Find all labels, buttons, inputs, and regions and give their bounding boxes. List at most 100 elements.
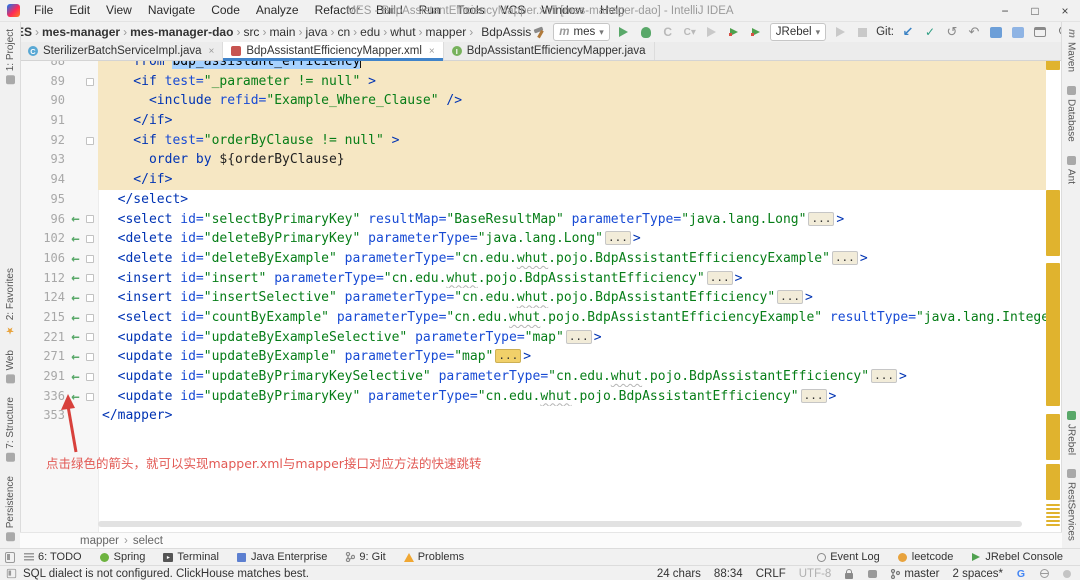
fold-marker-icon[interactable] bbox=[86, 254, 94, 263]
tool-window-button-eventlog[interactable]: Event Log bbox=[807, 549, 889, 565]
folded-region-badge[interactable]: ... bbox=[565, 329, 592, 344]
attach-disabled-icon[interactable] bbox=[832, 25, 848, 40]
jrebel-run-icon[interactable] bbox=[726, 25, 742, 40]
code-line[interactable]: 93← order by ${orderByClause} bbox=[20, 150, 1062, 171]
tool-window-button-problems[interactable]: Problems bbox=[395, 549, 473, 565]
hector-icon[interactable] bbox=[867, 569, 877, 579]
stripe-button-favorites[interactable]: ★ 2: Favorites bbox=[4, 261, 16, 342]
goto-mapper-arrow-icon[interactable]: ← bbox=[68, 350, 83, 364]
breadcrumb-item[interactable]: src bbox=[241, 25, 261, 39]
code-line[interactable]: 94← </if> bbox=[20, 170, 1062, 190]
stripe-button-web[interactable]: Web bbox=[5, 343, 16, 390]
code-line[interactable]: 91← </if> bbox=[20, 111, 1062, 131]
goto-mapper-arrow-icon[interactable]: ← bbox=[68, 232, 83, 246]
stripe-button-maven[interactable]: m Maven bbox=[1066, 22, 1078, 79]
code-text[interactable]: </mapper> bbox=[98, 406, 1046, 426]
tab-close-icon[interactable]: × bbox=[209, 46, 215, 57]
status-toolwindow-icon[interactable] bbox=[6, 568, 17, 579]
menu-item-vcs[interactable]: VCS bbox=[493, 0, 534, 21]
code-line[interactable]: 271 ← <update id="updateByExample" parame… bbox=[20, 347, 1062, 367]
menu-item-navigate[interactable]: Navigate bbox=[140, 0, 203, 21]
code-text[interactable]: <select id="selectByPrimaryKey" resultMa… bbox=[98, 210, 1046, 230]
folded-region-badge[interactable]: ... bbox=[604, 231, 631, 246]
restore-layout-icon[interactable] bbox=[1032, 25, 1048, 40]
code-line[interactable]: 89← <if test="_parameter != null" > bbox=[20, 71, 1062, 92]
code-line[interactable]: 102 ← <delete id="deleteByPrimaryKey" par… bbox=[20, 229, 1062, 249]
code-line[interactable]: 221 ← <update id="updateByExampleSelectiv… bbox=[20, 328, 1062, 348]
fold-marker-icon[interactable] bbox=[86, 353, 94, 362]
code-text[interactable]: </select> bbox=[98, 190, 1046, 210]
editor-tab[interactable]: C SterilizerBatchServiceImpl.java × bbox=[20, 42, 224, 60]
breadcrumb-item[interactable]: mes-manager-dao bbox=[128, 25, 235, 39]
code-text[interactable]: <include refid="Example_Where_Clause" /> bbox=[98, 91, 1046, 112]
stop-disabled-icon[interactable] bbox=[854, 25, 870, 40]
jrebel-combo[interactable]: JRebel ▾ bbox=[769, 23, 827, 41]
tool-window-button-git[interactable]: 9: Git bbox=[336, 549, 394, 565]
code-line[interactable]: 106 ← <delete id="deleteByExample" parame… bbox=[20, 249, 1062, 269]
code-text[interactable]: <update id="updateByExample" parameterTy… bbox=[98, 347, 1046, 367]
tool-window-switcher-icon[interactable] bbox=[5, 551, 15, 563]
goto-mapper-arrow-icon[interactable]: ← bbox=[68, 370, 83, 384]
run-config-combo[interactable]: m mes ▾ bbox=[553, 23, 610, 41]
status-item-utf8[interactable]: UTF-8 bbox=[799, 568, 832, 580]
code-text[interactable]: order by ${orderByClause} bbox=[98, 150, 1046, 171]
goto-mapper-arrow-icon[interactable]: ← bbox=[68, 212, 83, 226]
fold-marker-icon[interactable] bbox=[86, 372, 94, 381]
stripe-button-jrebel[interactable]: JRebel bbox=[1066, 404, 1077, 462]
fold-marker-icon[interactable] bbox=[86, 313, 94, 322]
stripe-button-restservices[interactable]: RestServices bbox=[1066, 462, 1077, 548]
folded-region-badge[interactable]: ... bbox=[495, 349, 522, 364]
stripe-button-structure[interactable]: 7: Structure bbox=[5, 390, 16, 469]
breadcrumb-item[interactable]: mapper bbox=[424, 25, 469, 39]
editor-tab[interactable]: I BdpAssistantEfficiencyMapper.java bbox=[443, 42, 655, 60]
diff-icon[interactable] bbox=[988, 25, 1004, 40]
status-item-8834[interactable]: 88:34 bbox=[714, 568, 743, 580]
goto-mapper-arrow-icon[interactable]: ← bbox=[68, 390, 83, 404]
code-line[interactable]: 96 ← <select id="selectByPrimaryKey" resu… bbox=[20, 210, 1062, 230]
goto-mapper-arrow-icon[interactable]: ← bbox=[68, 330, 83, 344]
coverage-icon[interactable]: C bbox=[660, 25, 676, 40]
folded-region-badge[interactable]: ... bbox=[871, 369, 897, 383]
code-line[interactable]: 215 ← <select id="countByExample" paramet… bbox=[20, 308, 1062, 328]
code-text[interactable]: from bdp_assistant_efficiency bbox=[98, 60, 1046, 72]
horizontal-scrollbar[interactable] bbox=[98, 521, 1022, 527]
folded-region-badge[interactable]: ... bbox=[800, 388, 827, 403]
fold-marker-icon[interactable] bbox=[86, 392, 94, 401]
code-line[interactable]: 90← <include refid="Example_Where_Clause… bbox=[20, 91, 1062, 112]
goto-mapper-arrow-icon[interactable]: ← bbox=[68, 271, 83, 285]
breadcrumb-bottom-item[interactable]: mapper bbox=[80, 535, 119, 547]
menu-item-analyze[interactable]: Analyze bbox=[248, 0, 307, 21]
fold-marker-icon[interactable] bbox=[86, 215, 94, 224]
code-text[interactable]: <update id="updateByPrimaryKeySelective"… bbox=[98, 367, 1046, 387]
stripe-button-persistence[interactable]: Persistence bbox=[5, 469, 16, 548]
menu-item-tools[interactable]: Tools bbox=[449, 0, 493, 21]
goto-mapper-arrow-icon[interactable]: ← bbox=[68, 252, 83, 266]
code-text[interactable]: </if> bbox=[98, 111, 1046, 131]
fold-marker-icon[interactable] bbox=[86, 333, 94, 342]
breadcrumb-item[interactable]: cn bbox=[335, 25, 352, 39]
status-item-master[interactable]: master bbox=[890, 568, 939, 580]
status-item-24chars[interactable]: 24 chars bbox=[657, 568, 701, 580]
tool-window-button-todo[interactable]: 6: TODO bbox=[15, 549, 91, 565]
run-disabled-icon[interactable] bbox=[704, 25, 720, 40]
indicator-icon[interactable] bbox=[1062, 569, 1072, 579]
code-text[interactable]: <update id="updateByPrimaryKey" paramete… bbox=[98, 387, 1046, 407]
code-text[interactable]: <select id="countByExample" parameterTyp… bbox=[98, 308, 1046, 328]
fold-marker-icon[interactable] bbox=[86, 235, 94, 244]
status-item-crlf[interactable]: CRLF bbox=[756, 568, 786, 580]
goto-mapper-arrow-icon[interactable]: ← bbox=[68, 291, 83, 305]
code-text[interactable]: <update id="updateByExampleSelective" pa… bbox=[98, 328, 1046, 348]
menu-item-run[interactable]: Run bbox=[411, 0, 449, 21]
run-icon[interactable] bbox=[616, 25, 632, 40]
build-hammer-icon[interactable] bbox=[531, 25, 547, 40]
code-line[interactable]: 92← <if test="orderByClause != null" > bbox=[20, 130, 1062, 151]
fold-marker-icon[interactable] bbox=[86, 136, 94, 145]
code-line[interactable]: 95← </select> bbox=[20, 190, 1062, 210]
menu-item-view[interactable]: View bbox=[98, 0, 140, 21]
code-text[interactable]: <delete id="deleteByExample" parameterTy… bbox=[98, 249, 1046, 269]
stripe-button-project[interactable]: 1: Project bbox=[5, 22, 16, 91]
status-item-2spaces[interactable]: 2 spaces* bbox=[952, 568, 1003, 580]
folded-region-badge[interactable]: ... bbox=[706, 270, 733, 285]
folded-region-badge[interactable]: ... bbox=[777, 290, 804, 305]
fold-marker-icon[interactable] bbox=[86, 77, 94, 86]
